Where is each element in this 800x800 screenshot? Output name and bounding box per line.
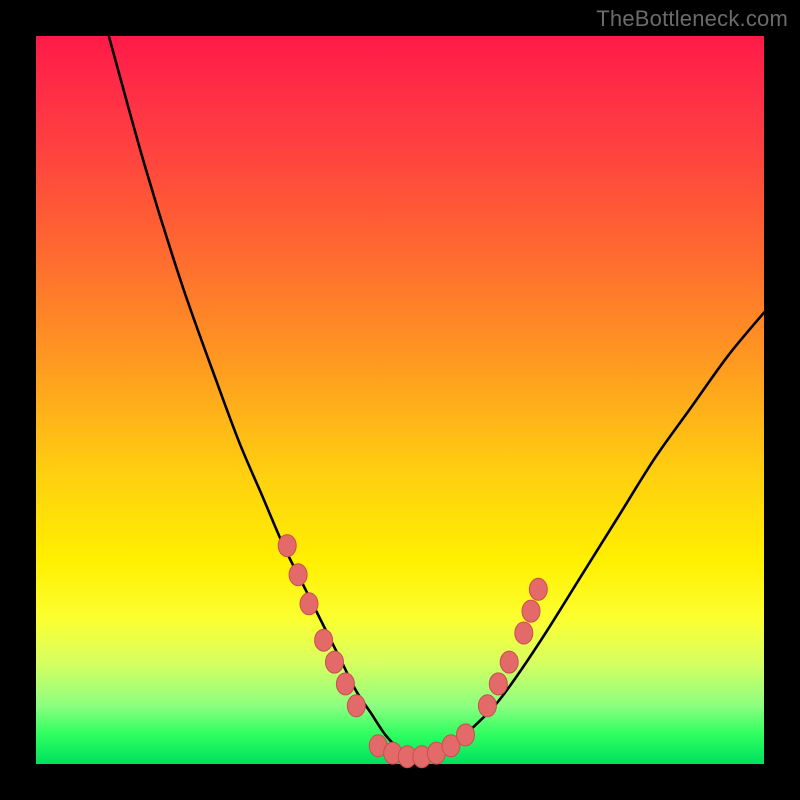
- marker-right-cluster-5: [522, 600, 540, 622]
- bottleneck-curve: [109, 36, 764, 758]
- marker-right-cluster-3: [500, 651, 518, 673]
- chart-frame: TheBottleneck.com: [0, 0, 800, 800]
- marker-group: [278, 535, 547, 768]
- marker-left-cluster-7: [347, 695, 365, 717]
- marker-right-cluster-1: [478, 695, 496, 717]
- marker-left-cluster-2: [289, 564, 307, 586]
- marker-left-cluster-6: [336, 673, 354, 695]
- marker-left-cluster-5: [326, 651, 344, 673]
- marker-right-cluster-4: [515, 622, 533, 644]
- marker-bottom-7: [457, 724, 475, 746]
- plot-area: [36, 36, 764, 764]
- marker-right-cluster-6: [529, 578, 547, 600]
- marker-left-cluster-3: [300, 593, 318, 615]
- marker-left-cluster-4: [315, 629, 333, 651]
- curve-svg: [36, 36, 764, 764]
- marker-left-cluster-1: [278, 535, 296, 557]
- watermark-text: TheBottleneck.com: [596, 6, 788, 32]
- marker-right-cluster-2: [489, 673, 507, 695]
